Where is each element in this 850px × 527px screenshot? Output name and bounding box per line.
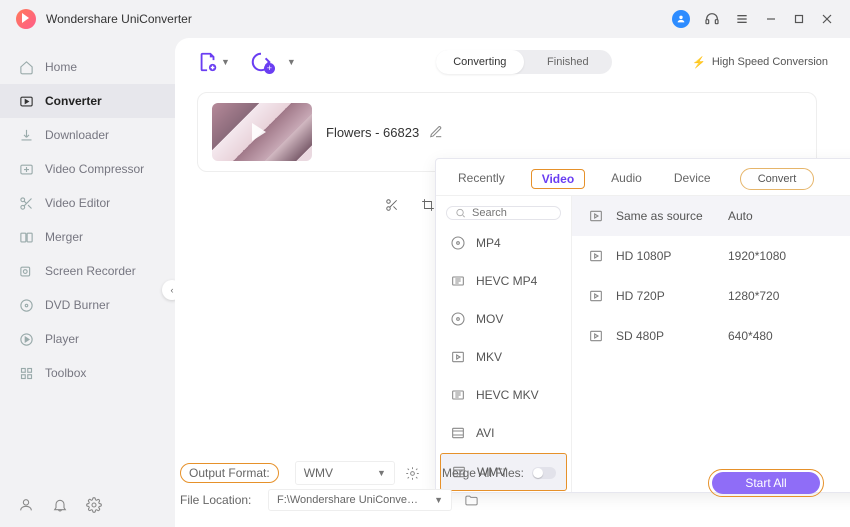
- sidebar-label: Video Compressor: [45, 162, 144, 176]
- preset-row[interactable]: Same as sourceAuto: [572, 196, 850, 236]
- home-icon: [18, 59, 34, 75]
- format-mkv[interactable]: MKV: [436, 338, 571, 376]
- sidebar-label: Screen Recorder: [45, 264, 136, 278]
- tab-recently[interactable]: Recently: [452, 169, 511, 189]
- tab-audio[interactable]: Audio: [605, 169, 648, 189]
- sidebar-item-player[interactable]: Player: [0, 322, 175, 356]
- high-speed-label: High Speed Conversion: [712, 56, 828, 68]
- app-logo-icon: [16, 9, 36, 29]
- add-url-button[interactable]: +▼: [250, 51, 296, 73]
- sidebar-item-converter[interactable]: Converter: [0, 84, 175, 118]
- format-hevc-mp4[interactable]: HEVC MP4: [436, 262, 571, 300]
- sidebar-label: Toolbox: [45, 366, 86, 380]
- preset-icon: [588, 208, 604, 224]
- sidebar-label: Converter: [45, 94, 102, 108]
- sidebar-label: Home: [45, 60, 77, 74]
- video-thumbnail[interactable]: [212, 103, 312, 161]
- format-avi[interactable]: AVI: [436, 414, 571, 452]
- sidebar-item-merger[interactable]: Merger: [0, 220, 175, 254]
- format-mp4[interactable]: MP4: [436, 224, 571, 262]
- download-icon: [18, 127, 34, 143]
- close-button[interactable]: [820, 12, 834, 26]
- main-panel: ▼ +▼ Converting Finished ⚡ High Speed Con…: [175, 38, 850, 527]
- chevron-down-icon: ▼: [221, 57, 230, 67]
- switch-icon[interactable]: [532, 467, 556, 479]
- format-list: MP4 HEVC MP4 MOV MKV HEVC MKV AVI WMV MV: [436, 196, 572, 492]
- chevron-down-icon: ▼: [287, 57, 296, 67]
- bell-icon[interactable]: [52, 497, 68, 513]
- trim-icon[interactable]: [385, 198, 399, 212]
- headset-icon[interactable]: [704, 11, 720, 27]
- sidebar-item-compressor[interactable]: Video Compressor: [0, 152, 175, 186]
- sidebar-item-home[interactable]: Home: [0, 50, 175, 84]
- output-format-label: Output Format:: [180, 463, 279, 483]
- format-search[interactable]: [446, 206, 561, 220]
- disc-icon: [18, 297, 34, 313]
- menu-icon[interactable]: [734, 11, 750, 27]
- scissors-icon: [18, 195, 34, 211]
- user-avatar-icon[interactable]: [672, 10, 690, 28]
- preset-row[interactable]: HD 1080P1920*1080: [572, 236, 850, 276]
- merge-toggle[interactable]: Merge All Files:: [442, 466, 556, 480]
- file-title: Flowers - 66823: [326, 125, 419, 140]
- preset-icon: [588, 288, 604, 304]
- format-hevc-mkv[interactable]: HEVC MKV: [436, 376, 571, 414]
- start-all-button[interactable]: Start All: [712, 472, 820, 494]
- play-icon: [18, 331, 34, 347]
- sidebar-item-recorder[interactable]: Screen Recorder: [0, 254, 175, 288]
- status-toggle[interactable]: Converting Finished: [436, 50, 612, 74]
- sidebar-label: Player: [45, 332, 79, 346]
- sidebar-label: Downloader: [45, 128, 109, 142]
- user-icon[interactable]: [18, 497, 34, 513]
- output-settings-icon[interactable]: [405, 466, 420, 481]
- compress-icon: [18, 161, 34, 177]
- high-speed-toggle[interactable]: ⚡ High Speed Conversion: [692, 56, 828, 69]
- minimize-button[interactable]: [764, 12, 778, 26]
- app-title: Wondershare UniConverter: [46, 12, 192, 26]
- tab-video[interactable]: Video: [531, 169, 585, 189]
- sidebar-label: DVD Burner: [45, 298, 110, 312]
- tab-finished[interactable]: Finished: [524, 50, 612, 74]
- start-all-highlight: Start All: [708, 469, 824, 497]
- toolbox-icon: [18, 365, 34, 381]
- sidebar-item-toolbox[interactable]: Toolbox: [0, 356, 175, 390]
- crop-icon[interactable]: [421, 198, 435, 212]
- format-mov[interactable]: MOV: [436, 300, 571, 338]
- add-file-button[interactable]: ▼: [197, 51, 230, 73]
- format-search-input[interactable]: [472, 207, 552, 219]
- tab-device[interactable]: Device: [668, 169, 717, 189]
- sidebar-item-downloader[interactable]: Downloader: [0, 118, 175, 152]
- sidebar-label: Video Editor: [45, 196, 110, 210]
- merger-icon: [18, 229, 34, 245]
- file-location-select[interactable]: F:\Wondershare UniConverter▼: [268, 489, 452, 511]
- settings-icon[interactable]: [86, 497, 102, 513]
- output-format-select[interactable]: WMV▼: [295, 461, 395, 485]
- recorder-icon: [18, 263, 34, 279]
- preset-row[interactable]: HD 720P1280*720: [572, 276, 850, 316]
- chevron-down-icon: ▼: [434, 495, 443, 505]
- sidebar: Home Converter Downloader Video Compress…: [0, 38, 175, 527]
- preset-row[interactable]: SD 480P640*480: [572, 316, 850, 356]
- edit-icon[interactable]: [429, 125, 443, 139]
- preset-icon: [588, 248, 604, 264]
- format-popover: Recently Video Audio Device Web Video MP…: [435, 158, 850, 493]
- sidebar-label: Merger: [45, 230, 83, 244]
- bolt-icon: ⚡: [692, 56, 706, 69]
- search-icon: [455, 207, 466, 219]
- tab-converting[interactable]: Converting: [436, 50, 524, 74]
- preset-list: Same as sourceAuto HD 1080P1920*1080 HD …: [572, 196, 850, 492]
- sidebar-item-dvd[interactable]: DVD Burner: [0, 288, 175, 322]
- converter-icon: [18, 93, 34, 109]
- convert-button[interactable]: Convert: [740, 168, 814, 190]
- preset-icon: [588, 328, 604, 344]
- maximize-button[interactable]: [792, 12, 806, 26]
- sidebar-item-editor[interactable]: Video Editor: [0, 186, 175, 220]
- open-folder-icon[interactable]: [464, 493, 479, 508]
- file-location-label: File Location:: [180, 493, 256, 507]
- title-bar: Wondershare UniConverter: [0, 0, 850, 38]
- chevron-down-icon: ▼: [377, 468, 386, 478]
